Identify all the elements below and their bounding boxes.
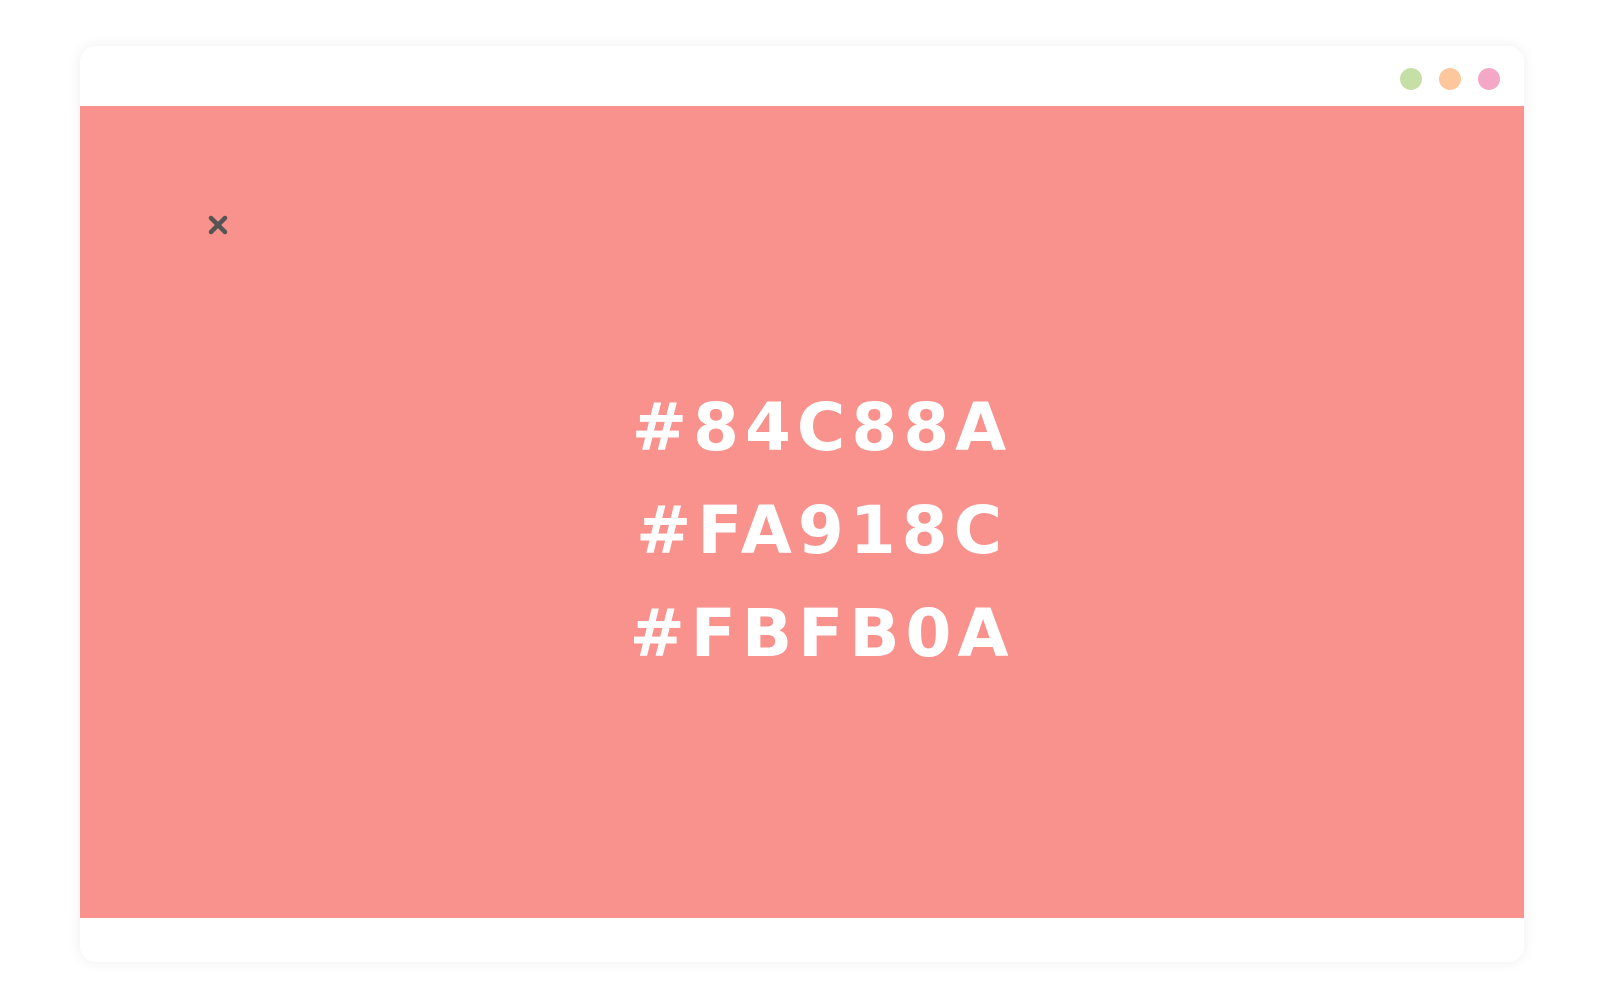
hex-code-2: #FA918C: [635, 492, 1009, 569]
window-dot-green[interactable]: [1400, 68, 1422, 90]
hex-code-list: #84C88A #FA918C #FBFB0A: [80, 376, 1524, 685]
title-bar: [80, 46, 1524, 106]
window-dot-orange[interactable]: [1439, 68, 1461, 90]
color-palette-panel: #84C88A #FA918C #FBFB0A: [80, 106, 1524, 918]
close-icon: [208, 215, 228, 235]
window-dot-pink[interactable]: [1478, 68, 1500, 90]
close-button[interactable]: [202, 209, 234, 241]
hex-code-3: #FBFB0A: [629, 595, 1015, 672]
hex-code-1: #84C88A: [631, 389, 1013, 466]
browser-window: #84C88A #FA918C #FBFB0A: [80, 46, 1524, 962]
window-footer: [80, 918, 1524, 962]
